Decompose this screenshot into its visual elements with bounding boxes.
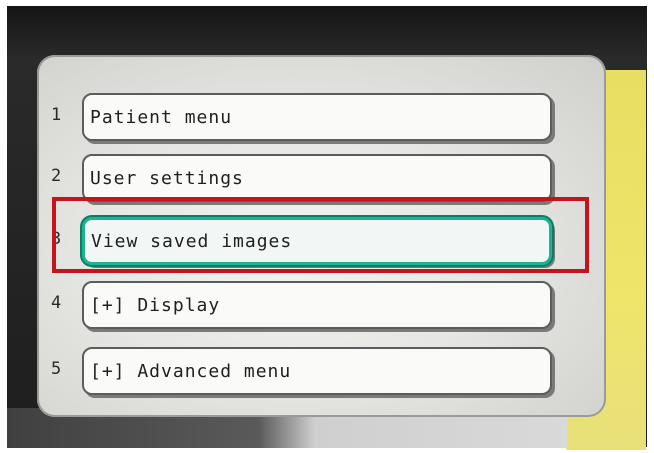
screenshot-frame: 1 Patient menu 2 User settings 3 View sa… — [0, 0, 654, 453]
menu-row-view-saved-images: 3 View saved images — [37, 217, 606, 267]
menu-item-number: 4 — [51, 293, 62, 313]
main-menu-panel: 1 Patient menu 2 User settings 3 View sa… — [37, 55, 606, 417]
menu-item-number: 1 — [51, 105, 62, 125]
view-saved-images-button[interactable]: View saved images — [82, 217, 552, 265]
display-button[interactable]: [+] Display — [82, 281, 552, 329]
user-settings-button[interactable]: User settings — [82, 154, 552, 202]
patient-menu-button[interactable]: Patient menu — [82, 93, 552, 141]
menu-item-label: [+] Display — [90, 294, 221, 316]
menu-row-patient-menu: 1 Patient menu — [37, 93, 606, 143]
menu-row-display: 4 [+] Display — [37, 281, 606, 331]
menu-item-number: 2 — [51, 166, 62, 186]
menu-item-number: 5 — [51, 359, 62, 379]
menu-item-label: Patient menu — [90, 106, 233, 128]
menu-item-label: View saved images — [91, 230, 293, 252]
menu-item-number: 3 — [51, 229, 62, 249]
menu-item-label: User settings — [90, 167, 244, 189]
menu-row-advanced-menu: 5 [+] Advanced menu — [37, 347, 606, 397]
menu-item-label: [+] Advanced menu — [90, 360, 292, 382]
advanced-menu-button[interactable]: [+] Advanced menu — [82, 347, 552, 395]
menu-row-user-settings: 2 User settings — [37, 154, 606, 204]
